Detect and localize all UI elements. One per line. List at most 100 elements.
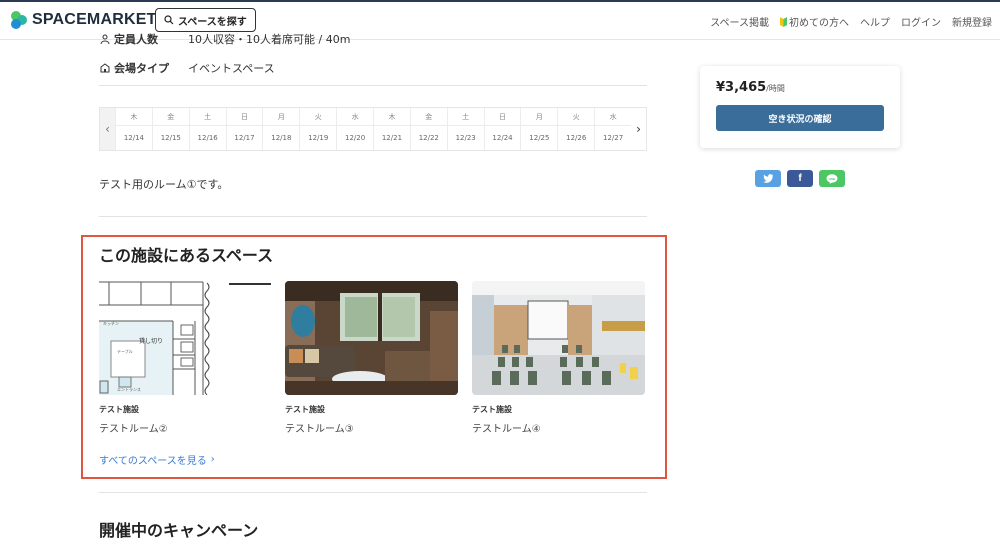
nav-login[interactable]: ログイン	[901, 14, 941, 29]
building-icon	[100, 63, 110, 73]
see-all-spaces-link[interactable]: すべてのスペースを見る ›	[99, 452, 215, 467]
venue-type-label-wrap: 会場タイプ	[100, 60, 188, 76]
facebook-icon: f	[798, 173, 802, 184]
calendar-date: 12/26	[566, 134, 587, 142]
calendar-day[interactable]: 日 12/17	[225, 108, 263, 150]
calendar-days: 木 12/14 金 12/15 土 12/16 日 12/17 月 12/18 火 12/19 水 12/…	[115, 108, 632, 150]
room-description: テスト用のルーム①です。	[99, 178, 229, 191]
calendar-day-of-week: 火	[558, 108, 595, 126]
chevron-right-icon: ›	[210, 454, 215, 465]
calendar-day[interactable]: 水 12/20	[336, 108, 374, 150]
space-card-image: 貸し切り キッチン テーブル エントランス	[99, 281, 272, 395]
divider	[99, 216, 647, 217]
calendar-date: 12/16	[197, 134, 218, 142]
calendar-date: 12/19	[308, 134, 329, 142]
calendar-day-of-week: 日	[226, 108, 263, 126]
calendar-day[interactable]: 木 12/21	[373, 108, 410, 150]
space-card[interactable]: テスト施設 テストルーム③	[285, 281, 458, 435]
lounge-photo	[285, 281, 458, 395]
campaign-section-title: 開催中のキャンペーン	[99, 521, 259, 540]
floorplan-label-kitchen: キッチン	[103, 321, 119, 326]
calendar-day-of-week: 月	[521, 108, 558, 126]
calendar-date: 12/25	[529, 134, 550, 142]
facebook-share-button[interactable]: f	[787, 170, 813, 187]
nav-help[interactable]: ヘルプ	[860, 14, 890, 29]
twitter-icon	[763, 174, 773, 183]
calendar-day-of-week: 土	[447, 108, 484, 126]
twitter-share-button[interactable]	[755, 170, 781, 187]
floorplan-image: 貸し切り キッチン テーブル エントランス	[99, 281, 272, 395]
nav-signup[interactable]: 新規登録	[952, 14, 992, 29]
calendar-date: 12/20	[344, 134, 366, 142]
calendar-day[interactable]: 火 12/19	[299, 108, 337, 150]
nav-list-space[interactable]: スペース掲載	[710, 14, 769, 29]
calendar-day[interactable]: 土 12/16	[188, 108, 226, 150]
search-icon	[164, 15, 174, 25]
calendar-day[interactable]: 水 12/27	[594, 108, 632, 150]
calendar-day-of-week: 金	[410, 108, 447, 126]
space-card-facility: テスト施設	[285, 405, 325, 414]
floorplan-label-private: 貸し切り	[139, 337, 163, 345]
price-unit: /時間	[766, 84, 785, 93]
calendar-day-of-week: 土	[189, 108, 226, 126]
chevron-left-icon: ‹	[105, 122, 110, 136]
calendar-day[interactable]: 月 12/18	[262, 108, 300, 150]
calendar-day-of-week: 水	[595, 108, 632, 126]
calendar-day-of-week: 木	[116, 108, 152, 126]
see-all-spaces-label: すべてのスペースを見る	[99, 456, 207, 467]
beginner-mark-icon	[780, 16, 787, 27]
calendar-next-button[interactable]: ›	[631, 108, 646, 150]
nav-beginners[interactable]: 初めての方へ	[780, 14, 849, 29]
price-value: ¥3,465	[716, 80, 767, 95]
divider	[99, 492, 647, 493]
logo-mark-icon	[11, 11, 27, 29]
calendar-day[interactable]: 木 12/14	[115, 108, 152, 150]
calendar-day[interactable]: 金 12/22	[409, 108, 447, 150]
availability-calendar: ‹ 木 12/14 金 12/15 土 12/16 日 12/17 月 12/18 火 12/19 水 1…	[99, 107, 647, 151]
calendar-date: 12/15	[160, 134, 181, 142]
calendar-date: 12/22	[418, 134, 439, 142]
space-card-facility: テスト施設	[99, 405, 139, 414]
header-nav: スペース掲載 初めての方へ ヘルプ ログイン 新規登録	[710, 14, 992, 29]
calendar-day-of-week: 水	[337, 108, 374, 126]
search-spaces-button[interactable]: スペースを探す	[155, 8, 256, 32]
search-spaces-label: スペースを探す	[178, 16, 247, 28]
calendar-day[interactable]: 土 12/23	[446, 108, 484, 150]
booking-card: ¥3,465/時間 空き状況の確認	[700, 66, 900, 148]
space-card-room: テストルーム②	[99, 424, 168, 435]
floorplan-label-table: テーブル	[117, 348, 133, 354]
space-card[interactable]: 貸し切り キッチン テーブル エントランス テスト施設 テストルーム②	[99, 281, 272, 435]
space-card-room: テストルーム③	[285, 424, 354, 435]
space-card-room: テストルーム④	[472, 424, 541, 435]
capacity-row: 定員人数 10人収容・10人着席可能 / 40m	[100, 31, 350, 47]
space-card-image	[472, 281, 645, 395]
capacity-label-wrap: 定員人数	[100, 31, 188, 47]
calendar-prev-button[interactable]: ‹	[100, 108, 115, 150]
calendar-day-of-week: 日	[484, 108, 521, 126]
venue-type-value: イベントスペース	[188, 62, 275, 75]
calendar-day[interactable]: 日 12/24	[483, 108, 521, 150]
seminar-room-photo	[472, 281, 645, 395]
calendar-date: 12/17	[234, 134, 255, 142]
space-card[interactable]: テスト施設 テストルーム④	[472, 281, 645, 435]
calendar-date: 12/18	[271, 134, 292, 142]
calendar-day[interactable]: 金 12/15	[151, 108, 189, 150]
calendar-day-of-week: 月	[263, 108, 300, 126]
capacity-value: 10人収容・10人着席可能 / 40m	[188, 33, 351, 46]
check-availability-button[interactable]: 空き状況の確認	[716, 105, 884, 131]
calendar-date: 12/21	[381, 134, 403, 142]
spaces-section-title: この施設にあるスペース	[99, 246, 274, 265]
logo[interactable]: SPACEMARKET	[10, 10, 157, 30]
calendar-day[interactable]: 月 12/25	[520, 108, 558, 150]
line-share-button[interactable]: LINE	[819, 170, 845, 187]
divider	[99, 85, 647, 86]
line-icon: LINE	[826, 173, 838, 184]
calendar-day[interactable]: 火 12/26	[557, 108, 595, 150]
floorplan-label-entrance: エントランス	[117, 386, 141, 392]
calendar-day-of-week: 火	[300, 108, 337, 126]
calendar-date: 12/24	[492, 134, 513, 142]
chevron-right-icon: ›	[636, 122, 641, 136]
calendar-date: 12/27	[603, 134, 624, 142]
venue-type-label: 会場タイプ	[114, 62, 169, 75]
logo-text: SPACEMARKET	[32, 11, 157, 28]
